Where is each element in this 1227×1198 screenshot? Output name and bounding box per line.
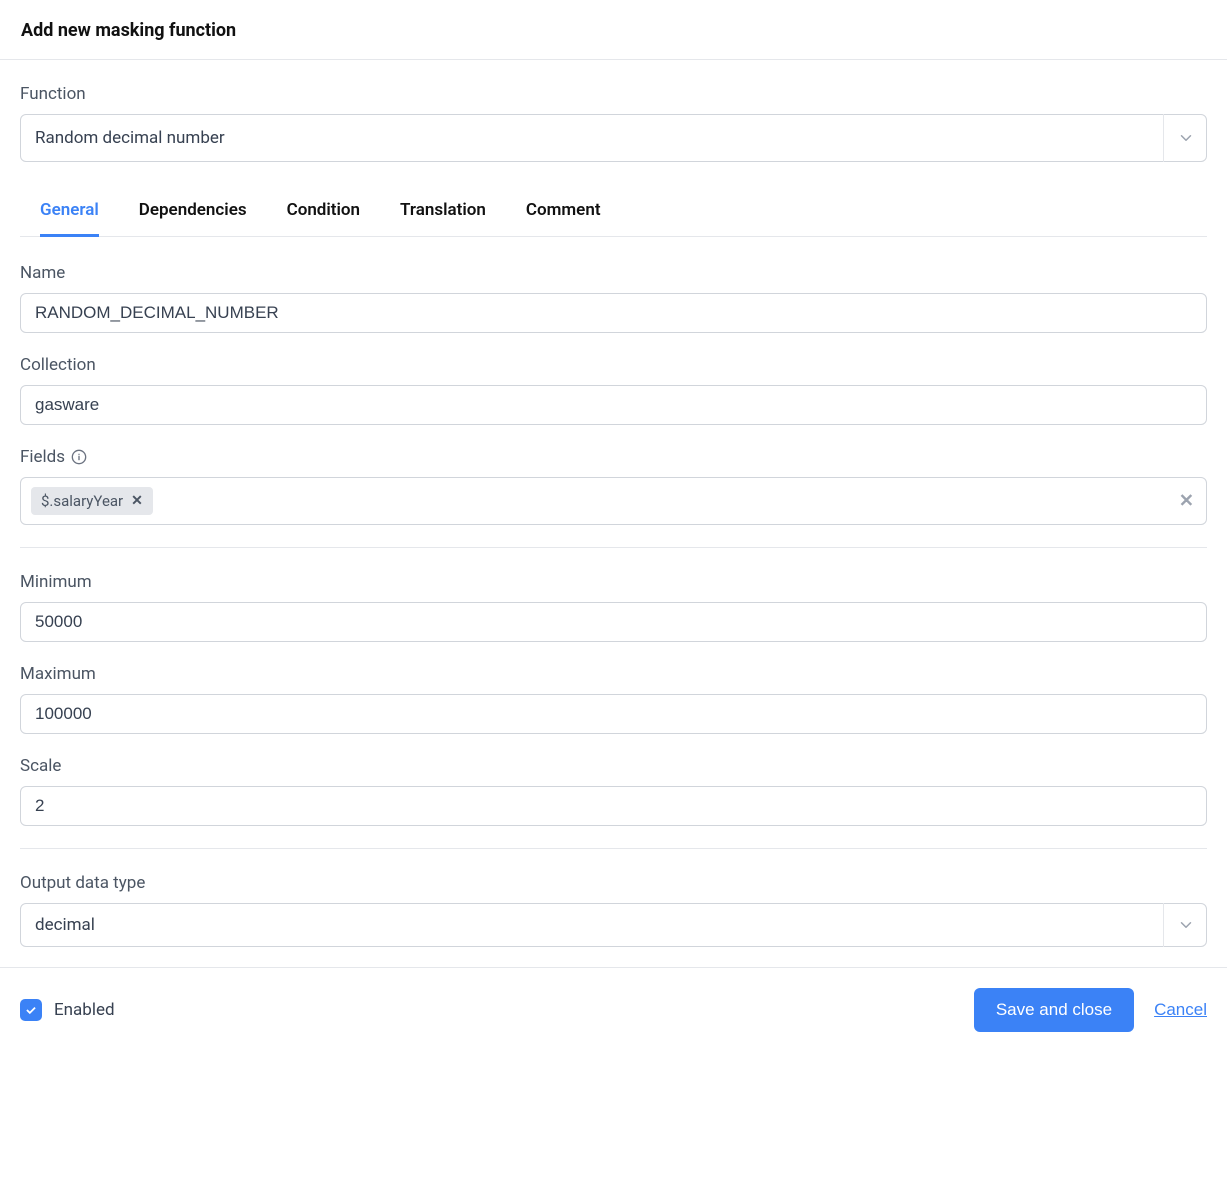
enabled-checkbox[interactable] (20, 999, 42, 1021)
output-type-select[interactable]: decimal (20, 903, 1207, 947)
output-type-value: decimal (20, 903, 1207, 947)
clear-all-icon[interactable]: ✕ (1179, 491, 1194, 512)
footer-right: Save and close Cancel (974, 988, 1207, 1032)
tab-condition[interactable]: Condition (287, 190, 360, 237)
minimum-group: Minimum (20, 572, 1207, 642)
scale-label: Scale (20, 756, 1207, 776)
tag-remove-icon[interactable]: ✕ (131, 494, 143, 508)
fields-label-text: Fields (20, 447, 65, 467)
collection-group: Collection (20, 355, 1207, 425)
divider (20, 547, 1207, 548)
collection-input[interactable] (20, 385, 1207, 425)
name-label: Name (20, 263, 1207, 283)
output-type-label: Output data type (20, 873, 1207, 893)
footer-left: Enabled (20, 999, 115, 1021)
masking-function-dialog: Add new masking function Function Random… (0, 0, 1227, 1054)
dialog-header: Add new masking function (0, 0, 1227, 60)
name-group: Name (20, 263, 1207, 333)
divider (20, 848, 1207, 849)
tab-general[interactable]: General (40, 190, 99, 237)
function-select-value: Random decimal number (20, 114, 1207, 162)
collection-label: Collection (20, 355, 1207, 375)
cancel-button[interactable]: Cancel (1154, 1000, 1207, 1020)
field-tag-label: $.salaryYear (41, 492, 123, 510)
fields-label: Fields (20, 447, 1207, 467)
tabs: General Dependencies Condition Translati… (20, 190, 1207, 237)
dialog-title: Add new masking function (21, 20, 1206, 41)
minimum-label: Minimum (20, 572, 1207, 592)
function-group: Function Random decimal number (20, 84, 1207, 162)
field-tag: $.salaryYear ✕ (31, 487, 153, 515)
tab-translation[interactable]: Translation (400, 190, 486, 237)
fields-input[interactable]: $.salaryYear ✕ ✕ (20, 477, 1207, 525)
enabled-label: Enabled (54, 1000, 115, 1020)
scale-input[interactable] (20, 786, 1207, 826)
fields-group: Fields $.salaryYear ✕ ✕ (20, 447, 1207, 525)
info-icon[interactable] (71, 449, 87, 465)
tab-comment[interactable]: Comment (526, 190, 601, 237)
minimum-input[interactable] (20, 602, 1207, 642)
name-input[interactable] (20, 293, 1207, 333)
tab-dependencies[interactable]: Dependencies (139, 190, 247, 237)
scale-group: Scale (20, 756, 1207, 826)
save-button[interactable]: Save and close (974, 988, 1134, 1032)
maximum-input[interactable] (20, 694, 1207, 734)
maximum-group: Maximum (20, 664, 1207, 734)
maximum-label: Maximum (20, 664, 1207, 684)
output-type-group: Output data type decimal (20, 873, 1207, 947)
function-label: Function (20, 84, 1207, 104)
dialog-footer: Enabled Save and close Cancel (0, 967, 1227, 1054)
function-select[interactable]: Random decimal number (20, 114, 1207, 162)
dialog-body: Function Random decimal number General D… (0, 60, 1227, 967)
